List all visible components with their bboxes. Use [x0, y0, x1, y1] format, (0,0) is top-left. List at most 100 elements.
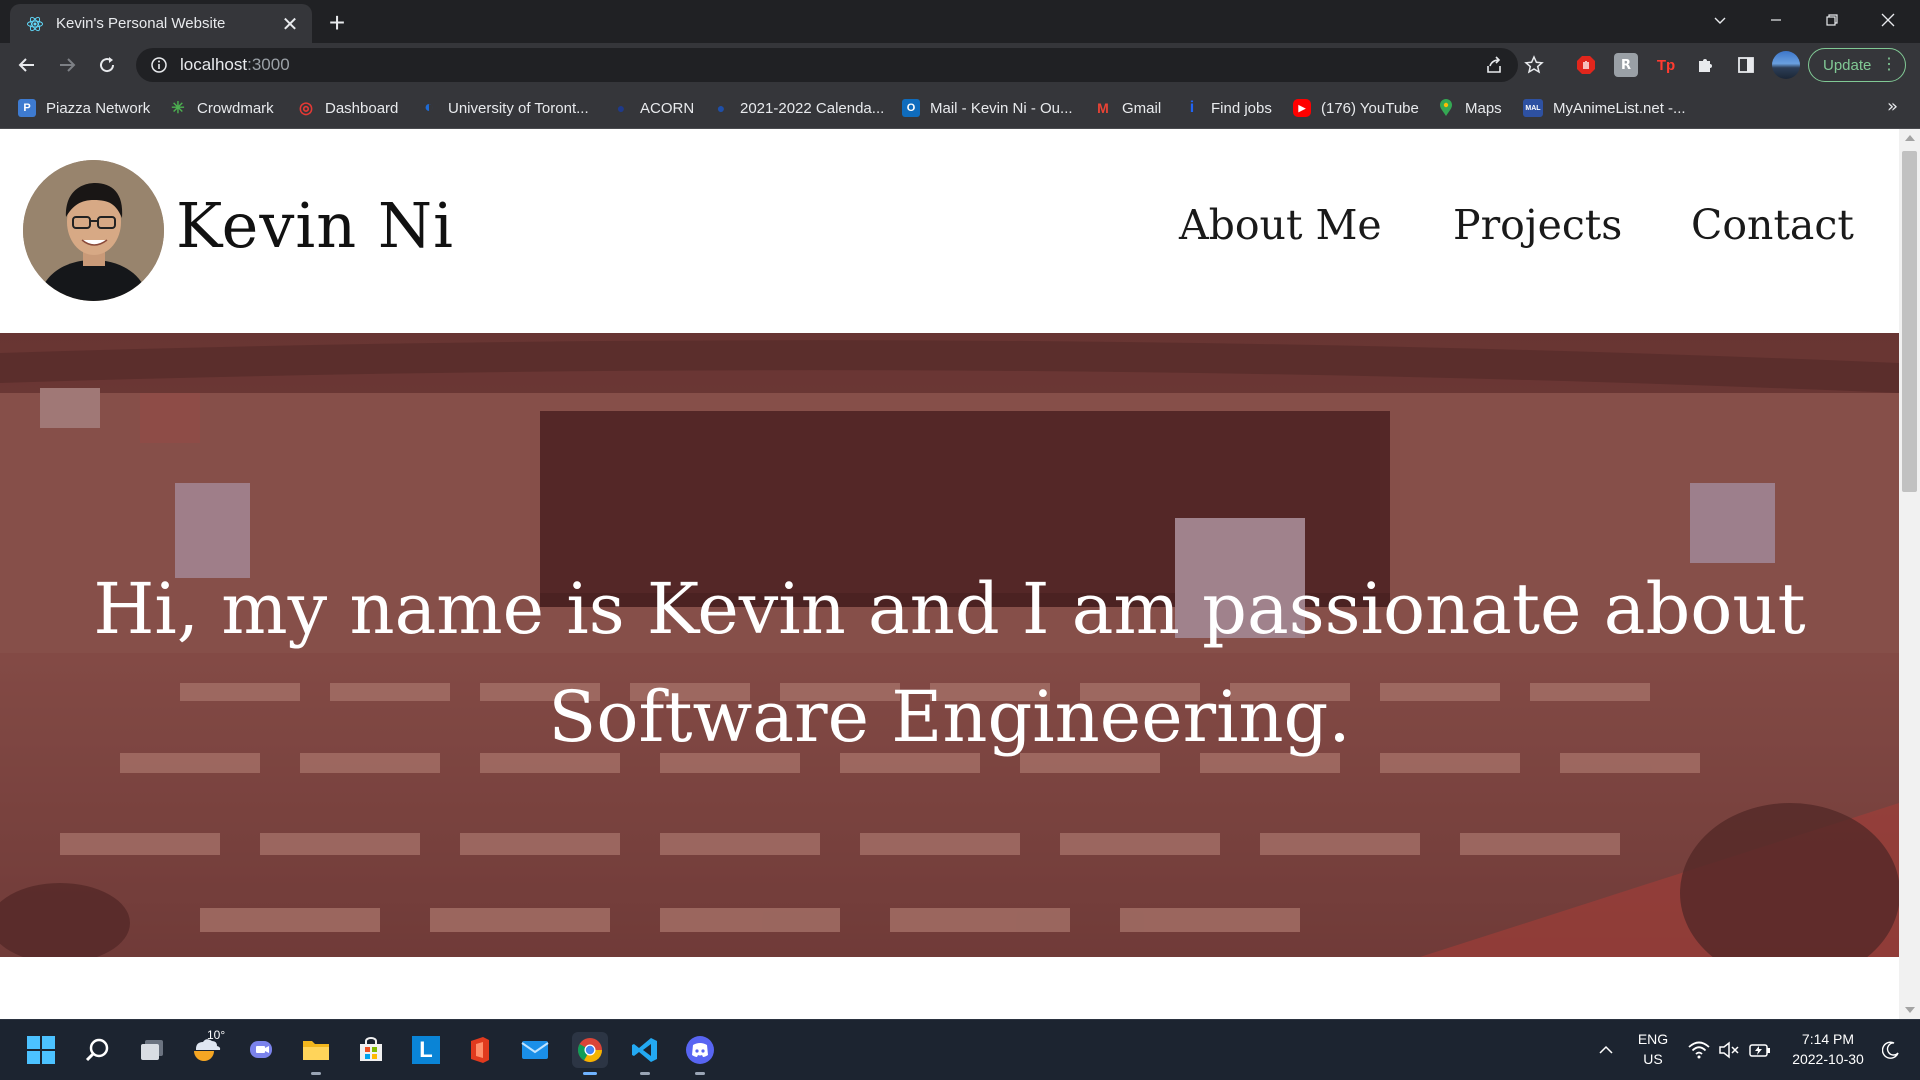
- system-clock[interactable]: 7:14 PM 2022-10-30: [1782, 1029, 1874, 1069]
- more-bookmarks-icon[interactable]: »: [1887, 96, 1898, 117]
- mail-icon[interactable]: [517, 1032, 553, 1068]
- running-indicator: [695, 1072, 705, 1075]
- site-name[interactable]: Kevin Ni: [176, 189, 454, 262]
- scroll-down-arrow-icon[interactable]: [1905, 1007, 1915, 1013]
- crowdmark-icon: ✳: [171, 100, 185, 117]
- bookmark-star-icon[interactable]: [1520, 51, 1548, 79]
- input-language-indicator[interactable]: ENG US: [1630, 1029, 1676, 1069]
- menu-dots-icon[interactable]: ⋮: [1881, 56, 1897, 74]
- speaker-muted-icon[interactable]: [1714, 1032, 1744, 1068]
- side-panel-icon[interactable]: [1734, 53, 1758, 77]
- new-tab-button[interactable]: +: [322, 7, 352, 38]
- file-explorer-icon[interactable]: [298, 1032, 334, 1075]
- vscode-icon[interactable]: [627, 1032, 663, 1075]
- bookmark-label: Crowdmark: [197, 99, 274, 117]
- outlook-icon: O: [902, 99, 920, 117]
- profile-photo: [23, 160, 164, 301]
- bookmark-youtube[interactable]: ▶ (176) YouTube: [1293, 96, 1419, 120]
- bookmark-label: MyAnimeList.net -...: [1553, 99, 1686, 117]
- dashboard-icon: ◎: [299, 100, 313, 117]
- running-indicator: [311, 1072, 321, 1075]
- bookmark-piazza[interactable]: P Piazza Network: [18, 96, 150, 120]
- bookmark-myanimelist[interactable]: MAL MyAnimeList.net -...: [1523, 96, 1686, 120]
- notifications-icon[interactable]: [1876, 1032, 1906, 1068]
- language-code: ENG: [1637, 1031, 1669, 1047]
- chrome-taskbar-icon[interactable]: [572, 1032, 608, 1075]
- react-icon: [26, 15, 44, 33]
- bookmark-label: (176) YouTube: [1321, 99, 1419, 117]
- tab-title: Kevin's Personal Website: [56, 15, 226, 32]
- bookmark-label: University of Toront...: [448, 99, 589, 117]
- maps-icon: [1437, 99, 1455, 117]
- bookmark-label: Mail - Kevin Ni - Ou...: [930, 99, 1073, 117]
- extension-tp-icon[interactable]: Tp: [1654, 53, 1678, 77]
- indeed-icon: i: [1189, 99, 1195, 116]
- discord-icon[interactable]: [682, 1032, 718, 1075]
- office-icon[interactable]: [462, 1032, 498, 1068]
- bookmark-label: Dashboard: [325, 99, 399, 117]
- weather-widget[interactable]: 10°: [189, 1028, 225, 1068]
- url-host: localhost: [180, 55, 248, 74]
- youtube-icon: ▶: [1293, 99, 1311, 117]
- close-tab-icon[interactable]: ✕: [278, 12, 302, 36]
- bookmark-dashboard[interactable]: ◎ Dashboard: [297, 96, 398, 120]
- bookmark-label: 2021-2022 Calenda...: [740, 99, 885, 117]
- address-bar[interactable]: localhost :3000: [136, 48, 1518, 82]
- task-view-icon[interactable]: [134, 1032, 170, 1068]
- bookmark-uoft[interactable]: ◐ University of Toront...: [420, 96, 589, 120]
- site-header: Kevin Ni About Me Projects Contact: [0, 129, 1899, 333]
- windows-start-icon[interactable]: [23, 1032, 59, 1068]
- bookmark-label: Gmail: [1122, 99, 1162, 117]
- scrollbar-thumb[interactable]: [1902, 151, 1917, 492]
- browser-toolbar: localhost :3000 R Tp Update ⋮: [0, 43, 1920, 87]
- share-icon[interactable]: [1480, 51, 1508, 79]
- site-info-icon[interactable]: [150, 56, 168, 74]
- forward-icon[interactable]: [52, 50, 82, 80]
- back-icon[interactable]: [12, 50, 42, 80]
- adblock-extension-icon[interactable]: [1574, 53, 1598, 77]
- microsoft-store-icon[interactable]: [353, 1032, 389, 1068]
- region-code: US: [1643, 1051, 1663, 1067]
- page-scrollbar[interactable]: [1899, 129, 1920, 1019]
- acorn-icon: ●: [616, 100, 626, 116]
- extension-r-icon[interactable]: R: [1614, 53, 1638, 77]
- tab-strip: Kevin's Personal Website ✕ +: [0, 0, 1920, 43]
- tab-search-button[interactable]: [1692, 0, 1748, 40]
- browser-tab[interactable]: Kevin's Personal Website ✕: [10, 4, 312, 43]
- running-indicator: [640, 1072, 650, 1075]
- profile-avatar[interactable]: [1772, 51, 1800, 79]
- restore-button[interactable]: [1804, 0, 1860, 40]
- learning-app-l-icon[interactable]: L: [408, 1032, 444, 1068]
- bookmark-label: ACORN: [640, 99, 695, 117]
- scroll-up-arrow-icon[interactable]: [1905, 135, 1915, 141]
- bookmark-gmail[interactable]: M Gmail: [1094, 96, 1161, 120]
- battery-charging-icon[interactable]: [1745, 1032, 1775, 1068]
- running-indicator: [583, 1072, 597, 1075]
- minimize-button[interactable]: [1748, 0, 1804, 40]
- search-icon[interactable]: [79, 1032, 115, 1068]
- bookmark-calendar[interactable]: ● 2021-2022 Calenda...: [712, 96, 885, 120]
- clock-date: 2022-10-30: [1792, 1051, 1864, 1067]
- bookmark-maps[interactable]: Maps: [1437, 96, 1502, 120]
- close-window-button[interactable]: [1860, 0, 1916, 40]
- update-button[interactable]: Update ⋮: [1808, 48, 1906, 82]
- hero-banner: Hi, my name is Kevin and I am passionate…: [0, 333, 1899, 957]
- piazza-icon: P: [18, 99, 36, 117]
- bookmark-outlook[interactable]: O Mail - Kevin Ni - Ou...: [902, 96, 1073, 120]
- update-label: Update: [1823, 56, 1872, 74]
- bookmark-acorn[interactable]: ● ACORN: [612, 96, 694, 120]
- url-port: :3000: [247, 55, 290, 74]
- nav-about-me[interactable]: About Me: [1179, 201, 1382, 249]
- myanimelist-icon: MAL: [1523, 99, 1543, 117]
- reload-icon[interactable]: [92, 50, 122, 80]
- chevron-up-icon[interactable]: [1588, 1032, 1624, 1068]
- clock-time: 7:14 PM: [1801, 1031, 1855, 1047]
- bookmark-crowdmark[interactable]: ✳ Crowdmark: [169, 96, 274, 120]
- nav-projects[interactable]: Projects: [1453, 201, 1622, 249]
- nav-contact[interactable]: Contact: [1691, 201, 1854, 249]
- extensions-puzzle-icon[interactable]: [1694, 53, 1718, 77]
- wifi-icon[interactable]: [1684, 1032, 1714, 1068]
- teams-chat-icon[interactable]: [244, 1032, 280, 1068]
- bookmark-find-jobs[interactable]: i Find jobs: [1183, 96, 1272, 120]
- uoft-icon: ◐: [424, 99, 434, 116]
